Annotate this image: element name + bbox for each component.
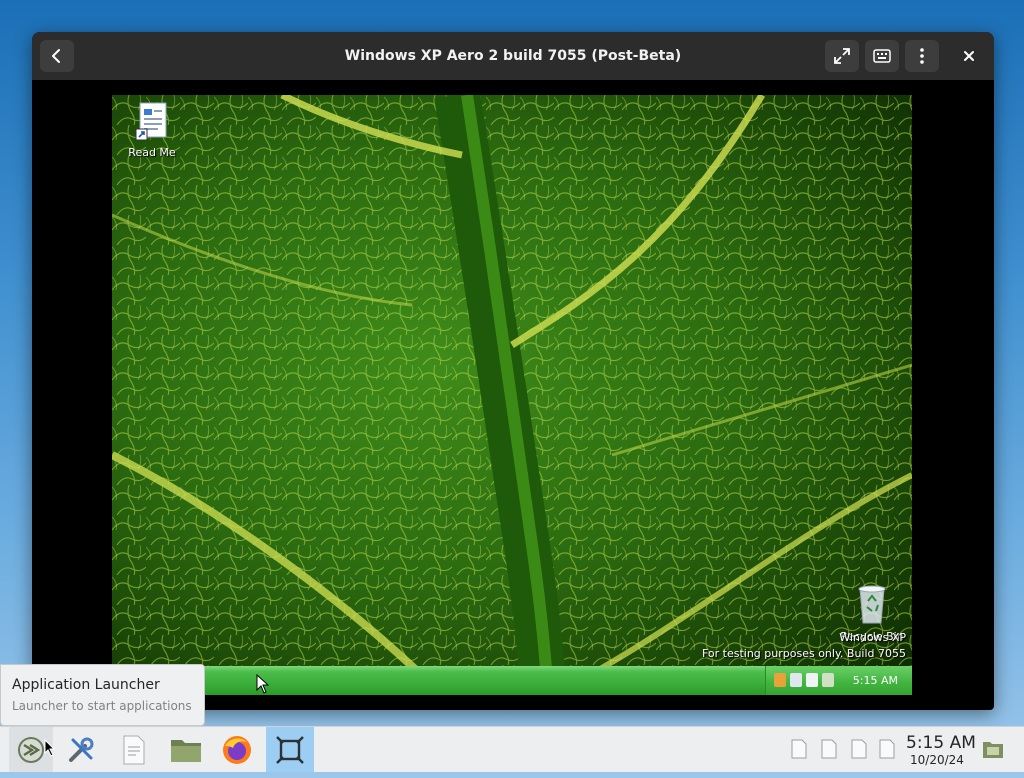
header-bar: Windows XP Aero 2 build 7055 (Post-Beta) <box>32 32 994 80</box>
tools-icon <box>69 737 94 762</box>
app-window: Windows XP Aero 2 build 7055 (Post-Beta) <box>32 32 994 710</box>
bottom-panel: 5:15 AM 10/20/24 <box>0 726 1024 772</box>
virtual-machine-task[interactable] <box>266 727 314 772</box>
keyboard-icon <box>873 49 891 63</box>
text-editor-button[interactable] <box>112 727 156 772</box>
mouse-cursor-icon <box>256 674 270 694</box>
network-icon[interactable] <box>774 673 786 687</box>
system-settings-button[interactable] <box>59 727 103 772</box>
firefox-icon <box>223 735 251 764</box>
fullscreen-icon <box>834 48 850 64</box>
guest-taskbar: start 5:15 AM <box>112 666 912 695</box>
security-icon[interactable] <box>822 673 834 687</box>
folder-icon <box>171 739 201 762</box>
safely-remove-icon[interactable] <box>790 673 802 687</box>
launcher-icon <box>18 736 44 763</box>
panel-cursor-icon <box>44 739 56 757</box>
close-icon <box>964 51 974 61</box>
desktop-icon-read-me[interactable]: Read Me <box>112 101 192 159</box>
close-button[interactable] <box>952 40 986 72</box>
watermark-build: For testing purposes only. Build 7055 <box>701 647 906 660</box>
document-icon <box>123 735 145 764</box>
keyboard-button[interactable] <box>865 40 899 72</box>
vm-display[interactable]: Read Me Recycle Bin Windows XP For testi… <box>112 95 912 695</box>
file-manager-button[interactable] <box>164 727 208 772</box>
tooltip-subtitle: Launcher to start applications <box>12 699 192 713</box>
tray-document-icon[interactable] <box>851 739 867 759</box>
firefox-button[interactable] <box>215 727 259 772</box>
guest-clock: 5:15 AM <box>852 674 898 687</box>
tray-document-icon[interactable] <box>791 739 807 759</box>
kebab-menu-icon <box>920 48 924 64</box>
leaf-wallpaper <box>112 95 912 695</box>
desktop-icon-label: Read Me <box>128 146 176 159</box>
system-tray: 5:15 AM <box>765 666 912 695</box>
main-menu-button[interactable] <box>905 40 939 72</box>
tooltip-title: Application Launcher <box>12 677 160 693</box>
fullscreen-button[interactable] <box>825 40 859 72</box>
tray-document-icon[interactable] <box>879 739 895 759</box>
document-shortcut-icon <box>135 102 167 141</box>
watermark-os: Windows XP <box>839 631 906 644</box>
recycle-bin-icon <box>858 585 886 624</box>
vm-frame-icon <box>276 735 304 764</box>
panel-clock-time[interactable]: 5:15 AM <box>906 733 976 753</box>
launcher-tooltip: Application Launcher Launcher to start a… <box>0 664 205 726</box>
volume-icon[interactable] <box>806 673 818 687</box>
tray-document-icon[interactable] <box>821 739 837 759</box>
show-desktop-icon[interactable] <box>982 739 1004 759</box>
panel-clock-date[interactable]: 10/20/24 <box>910 753 964 767</box>
